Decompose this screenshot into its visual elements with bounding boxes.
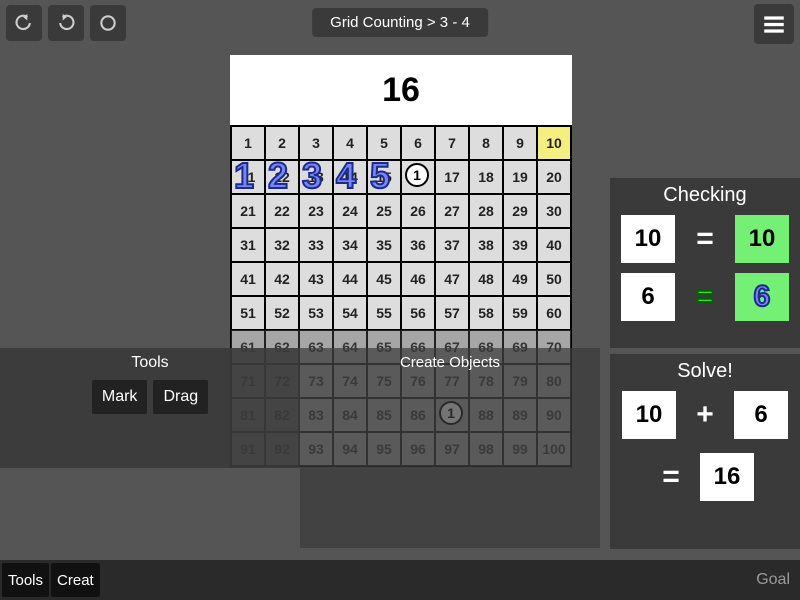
grid-cell[interactable]: 55 xyxy=(367,296,401,330)
grid-cell[interactable]: 1 xyxy=(231,126,265,160)
grid-cell[interactable]: 8 xyxy=(469,126,503,160)
grid-cell[interactable]: 45 xyxy=(367,262,401,296)
menu-button[interactable] xyxy=(754,4,794,44)
grid-cell[interactable]: 31 xyxy=(231,228,265,262)
grid-cell[interactable]: 35 xyxy=(367,228,401,262)
grid-cell[interactable]: 23 xyxy=(299,194,333,228)
grid-cell[interactable]: 38 xyxy=(469,228,503,262)
grid-cell[interactable]: 19 xyxy=(503,160,537,194)
grid-cell[interactable]: 51 xyxy=(231,296,265,330)
checking-panel: Checking 10 = 10 6 = 6 xyxy=(610,178,800,348)
grid-cell[interactable]: 14 xyxy=(333,160,367,194)
tool-button-mark[interactable]: Mark xyxy=(92,380,148,414)
solve-title: Solve! xyxy=(616,360,794,383)
grid-cell[interactable]: 30 xyxy=(537,194,571,228)
grid-cell[interactable]: 52 xyxy=(265,296,299,330)
grid-cell[interactable]: 12 xyxy=(265,160,299,194)
grid-cell[interactable]: 28 xyxy=(469,194,503,228)
grid-cell[interactable]: 34 xyxy=(333,228,367,262)
grid-cell[interactable]: 5 xyxy=(367,126,401,160)
circle-icon xyxy=(98,13,118,33)
undo-icon xyxy=(14,13,34,33)
solve-a[interactable]: 10 xyxy=(622,391,676,439)
grid-cell[interactable]: 54 xyxy=(333,296,367,330)
undo-button[interactable] xyxy=(6,5,42,41)
check-right[interactable]: 10 xyxy=(735,215,789,263)
create-objects-title: Create Objects xyxy=(300,354,600,371)
grid-cell[interactable]: 41 xyxy=(231,262,265,296)
breadcrumb[interactable]: Grid Counting > 3 - 4 xyxy=(312,8,488,37)
grid-cell[interactable]: 40 xyxy=(537,228,571,262)
grid-cell[interactable]: 36 xyxy=(401,228,435,262)
grid-cell[interactable]: 58 xyxy=(469,296,503,330)
solve-eq: = xyxy=(656,460,686,494)
grid-cell[interactable]: 22 xyxy=(265,194,299,228)
grid-cell[interactable]: 7 xyxy=(435,126,469,160)
solve-panel: Solve! 10 + 6 = 16 xyxy=(610,354,800,549)
tool-button-drag[interactable]: Drag xyxy=(153,380,208,414)
grid-cell[interactable]: 6 xyxy=(401,126,435,160)
grid-cell[interactable]: 17 xyxy=(435,160,469,194)
grid-cell[interactable]: 53 xyxy=(299,296,333,330)
grid-cell[interactable]: 37 xyxy=(435,228,469,262)
grid-cell[interactable]: 13 xyxy=(299,160,333,194)
grid-cell[interactable]: 50 xyxy=(537,262,571,296)
grid-cell[interactable]: 4 xyxy=(333,126,367,160)
check-right[interactable]: 6 xyxy=(735,273,789,321)
bottom-tab-creat[interactable]: Creat xyxy=(51,563,100,597)
checking-title: Checking xyxy=(616,184,794,207)
grid-cell[interactable]: 24 xyxy=(333,194,367,228)
grid-cell[interactable]: 11 xyxy=(231,160,265,194)
target-number: 16 xyxy=(230,55,572,125)
solve-op: + xyxy=(690,398,720,432)
grid-cell[interactable]: 10 xyxy=(537,126,571,160)
equals-sign: = xyxy=(685,280,725,314)
check-left[interactable]: 6 xyxy=(621,273,675,321)
grid-cell[interactable]: 57 xyxy=(435,296,469,330)
grid-cell[interactable]: 43 xyxy=(299,262,333,296)
grid-cell[interactable]: 2 xyxy=(265,126,299,160)
grid-cell[interactable]: 15 xyxy=(367,160,401,194)
create-objects-panel: Create Objects xyxy=(300,348,600,548)
grid-cell[interactable]: 33 xyxy=(299,228,333,262)
grid-cell[interactable]: 59 xyxy=(503,296,537,330)
grid-cell[interactable]: 25 xyxy=(367,194,401,228)
tools-title: Tools xyxy=(131,354,168,372)
equals-sign: = xyxy=(685,222,725,256)
goal-label[interactable]: Goal xyxy=(756,571,790,589)
grid-cell[interactable]: 39 xyxy=(503,228,537,262)
solve-b[interactable]: 6 xyxy=(734,391,788,439)
grid-cell[interactable]: 60 xyxy=(537,296,571,330)
grid-cell[interactable]: 27 xyxy=(435,194,469,228)
grid-cell[interactable]: 48 xyxy=(469,262,503,296)
grid-cell[interactable]: 16 xyxy=(401,160,435,194)
grid-cell[interactable]: 56 xyxy=(401,296,435,330)
grid-cell[interactable]: 3 xyxy=(299,126,333,160)
grid-cell[interactable]: 9 xyxy=(503,126,537,160)
redo-icon xyxy=(56,13,76,33)
hamburger-icon xyxy=(761,11,787,37)
grid-cell[interactable]: 18 xyxy=(469,160,503,194)
grid-cell[interactable]: 20 xyxy=(537,160,571,194)
grid-cell[interactable]: 42 xyxy=(265,262,299,296)
bottom-bar: ToolsCreat Goal xyxy=(0,560,800,600)
grid-cell[interactable]: 29 xyxy=(503,194,537,228)
grid-cell[interactable]: 26 xyxy=(401,194,435,228)
grid-cell[interactable]: 47 xyxy=(435,262,469,296)
check-left[interactable]: 10 xyxy=(621,215,675,263)
grid-cell[interactable]: 49 xyxy=(503,262,537,296)
grid-cell[interactable]: 32 xyxy=(265,228,299,262)
redo-button[interactable] xyxy=(48,5,84,41)
tools-panel: Tools MarkDrag xyxy=(0,348,300,468)
grid-cell[interactable]: 46 xyxy=(401,262,435,296)
solve-result[interactable]: 16 xyxy=(700,453,754,501)
reset-button[interactable] xyxy=(90,5,126,41)
grid-cell[interactable]: 44 xyxy=(333,262,367,296)
bottom-tab-tools[interactable]: Tools xyxy=(2,563,49,597)
grid-cell[interactable]: 21 xyxy=(231,194,265,228)
